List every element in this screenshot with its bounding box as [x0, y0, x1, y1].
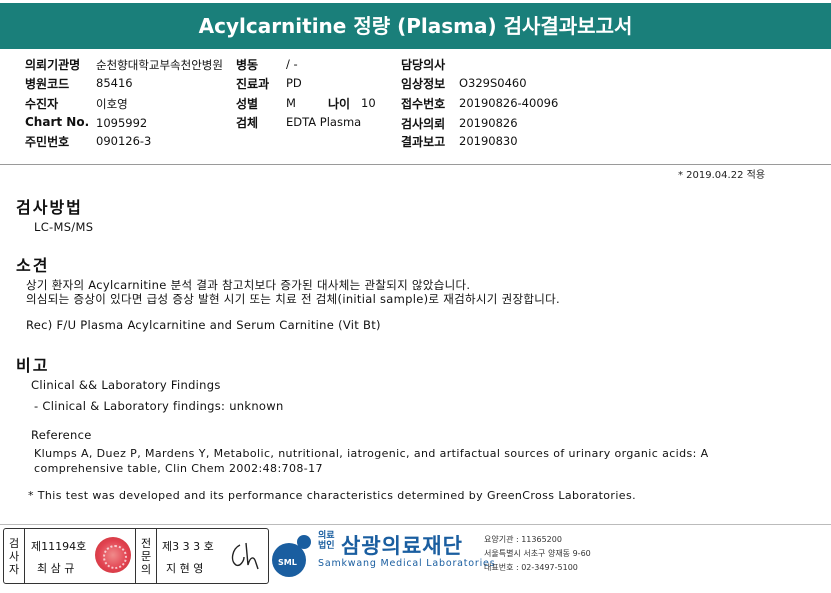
resident-label: 주민번호 — [25, 135, 70, 149]
receipt-value: 20190826-40096 — [459, 96, 559, 110]
chart-label: Chart No. — [25, 115, 90, 129]
ward-value: / - — [286, 57, 298, 71]
signature-box: 검사자 제11194호 최 삼 규 전문의 제3 3 3 호 지 현 영 — [3, 528, 269, 584]
age-value: 10 — [361, 96, 376, 110]
method-heading: 검사방법 — [16, 198, 83, 217]
inspector-license-no: 제11194호 — [31, 540, 87, 553]
inspector-name: 최 삼 규 — [37, 562, 75, 575]
sex-value: M — [286, 96, 296, 110]
patient-value: 이호영 — [96, 97, 128, 111]
specialist-license-no: 제3 3 3 호 — [162, 540, 214, 553]
report-title: Acylcarnitine 정량 (Plasma) 검사결과보고서 — [198, 14, 633, 38]
findings-heading: 소견 — [16, 256, 50, 275]
ward-label: 병동 — [236, 58, 259, 72]
age-label: 나이 — [328, 97, 351, 111]
specimen-label: 검체 — [236, 116, 259, 130]
inspector-seal — [95, 537, 131, 573]
findings-line-2: 의심되는 증상이 있다면 급성 증상 발현 시기 또는 치료 전 검체(init… — [26, 292, 560, 306]
disclaimer: * This test was developed and its perfor… — [28, 489, 636, 502]
clinical-findings-title: Clinical && Laboratory Findings — [31, 378, 221, 392]
logo-english-name: Samkwang Medical Laboratories — [318, 558, 496, 569]
report-label: 결과보고 — [401, 135, 446, 149]
report-header-bar: Acylcarnitine 정량 (Plasma) 검사결과보고서 — [0, 3, 831, 49]
logo-name: 삼광의료재단 — [341, 534, 463, 558]
clinical-findings-item: - Clinical & Laboratory findings: unknow… — [34, 399, 284, 413]
resident-value: 090126-3 — [96, 134, 152, 148]
hospital-code-value: 85416 — [96, 76, 133, 90]
specialist-name: 지 현 영 — [166, 562, 204, 575]
institution-value: 순천향대학교부속천안병원 — [96, 58, 223, 72]
footer-divider — [0, 524, 831, 525]
specialist-vertical-label: 전문의 — [135, 529, 157, 583]
contact-code: 요양기관 : 11365200 — [484, 535, 562, 544]
chart-value: 1095992 — [96, 116, 148, 130]
remarks-heading: 비고 — [16, 356, 50, 375]
method-text: LC-MS/MS — [34, 220, 94, 234]
dept-value: PD — [286, 76, 302, 90]
hospital-code-label: 병원코드 — [25, 77, 70, 91]
institution-label: 의뢰기관명 — [25, 58, 81, 72]
inspector-vertical-label: 검사자 — [4, 529, 25, 583]
contact-address: 서울특별시 서초구 양재동 9-60 — [484, 549, 591, 558]
svg-text:SML: SML — [278, 558, 297, 567]
specialist-signature — [231, 542, 259, 570]
info-divider — [0, 164, 831, 165]
reference-line-2: comprehensive table, Clin Chem 2002:48:7… — [34, 462, 323, 475]
reference-line-1: Klumps A, Duez P, Mardens Y, Metabolic, … — [34, 447, 709, 460]
sml-logo-icon: SML — [272, 535, 311, 577]
logo-corporate-tag: 의료 법인 — [318, 531, 335, 551]
patient-label: 수진자 — [25, 97, 59, 111]
contact-phone: 대표번호 : 02-3497-5100 — [484, 563, 578, 572]
specimen-value: EDTA Plasma — [286, 115, 362, 129]
request-value: 20190826 — [459, 116, 518, 130]
findings-recommendation: Rec) F/U Plasma Acylcarnitine and Serum … — [26, 318, 381, 332]
clinical-info-label: 임상정보 — [401, 77, 446, 91]
receipt-label: 접수번호 — [401, 97, 446, 111]
reference-title: Reference — [31, 428, 92, 442]
dept-label: 진료과 — [236, 77, 270, 91]
report-value: 20190830 — [459, 134, 518, 148]
doctor-label: 담당의사 — [401, 58, 446, 72]
sex-label: 성별 — [236, 97, 259, 111]
request-label: 검사의뢰 — [401, 117, 446, 131]
clinical-info-value: O329S0460 — [459, 76, 527, 90]
applied-date: * 2019.04.22 적용 — [678, 170, 766, 181]
